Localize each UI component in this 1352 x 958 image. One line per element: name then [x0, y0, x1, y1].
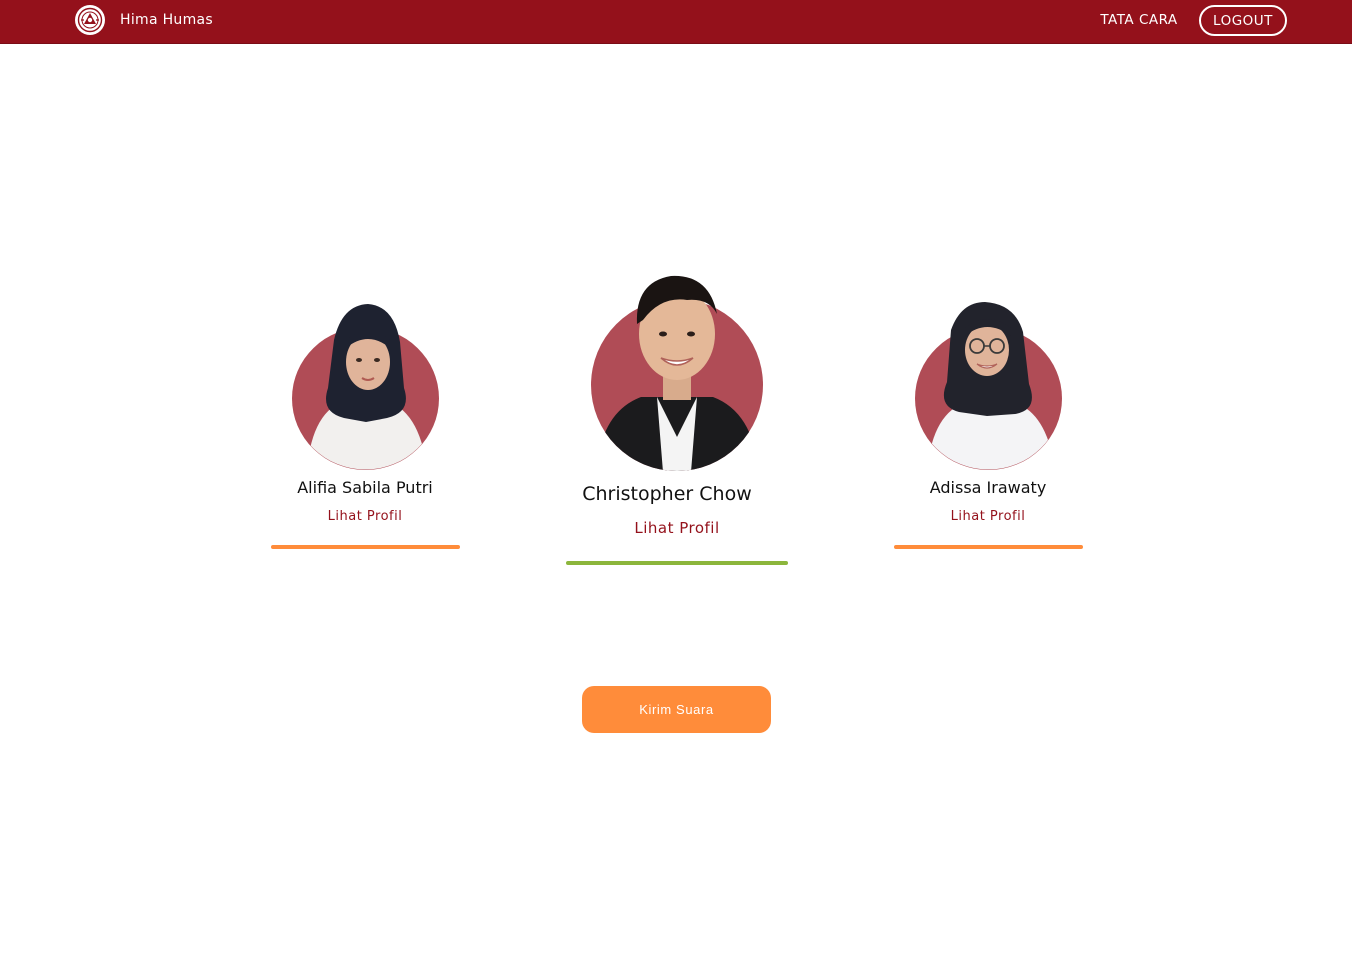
person-hijab-glasses-icon [927, 302, 1055, 470]
tata-cara-link[interactable]: TATA CARA [1092, 10, 1186, 30]
candidate-photo [915, 300, 1062, 470]
logout-button[interactable]: LOGOUT [1199, 5, 1287, 36]
candidate-name: Alifia Sabila Putri [297, 478, 433, 497]
hima-emblem-icon [75, 5, 105, 35]
top-navbar: Hima Humas TATA CARA LOGOUT [0, 0, 1352, 44]
view-profile-link[interactable]: Lihat Profil [270, 509, 460, 524]
view-profile-link[interactable]: Lihat Profil [565, 519, 789, 537]
brand-name: Hima Humas [120, 12, 213, 28]
person-hijab-icon [307, 304, 427, 470]
brand[interactable]: Hima Humas [75, 5, 213, 35]
view-profile-link[interactable]: Lihat Profil [893, 509, 1083, 524]
submit-vote-button[interactable]: Kirim Suara [582, 686, 771, 733]
person-suit-icon [596, 275, 759, 471]
candidate-photo [292, 300, 439, 470]
candidate-card-christopher[interactable]: Christopher Chow Lihat Profil [565, 262, 789, 567]
candidate-card-adissa[interactable]: Adissa Irawaty Lihat Profil [893, 300, 1083, 550]
candidate-card-alifia[interactable]: Alifia Sabila Putri Lihat Profil [270, 300, 460, 550]
selection-bar [566, 561, 788, 565]
selection-bar [894, 545, 1083, 549]
candidate-name: Christopher Chow [582, 483, 752, 505]
candidate-name: Adissa Irawaty [929, 478, 1047, 497]
candidate-photo [591, 262, 763, 472]
selection-bar [271, 545, 460, 549]
